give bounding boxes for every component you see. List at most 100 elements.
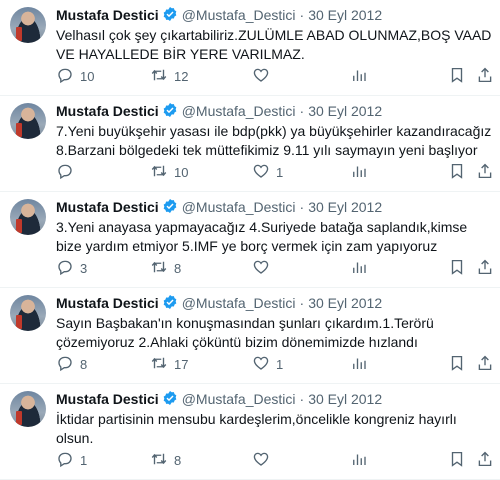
tweet-actions: 1 8 <box>56 450 492 472</box>
retweet-button[interactable]: 10 <box>150 162 188 182</box>
bookmark-icon <box>448 450 466 471</box>
verified-badge-icon <box>159 102 182 121</box>
tweet-text: Sayın Başbakan'ın konuşmasından şunları … <box>56 315 434 350</box>
author-handle[interactable]: @Mustafa_Destici <box>182 391 296 407</box>
tweet-date[interactable]: 30 Eyl 2012 <box>308 199 382 215</box>
author-name[interactable]: Mustafa Destici <box>56 295 159 311</box>
reply-button[interactable]: 8 <box>56 354 87 374</box>
tweet[interactable]: Mustafa Destici @Mustafa_Destici · 30 Ey… <box>0 0 500 96</box>
retweet-icon <box>150 354 168 375</box>
reply-icon <box>56 258 74 279</box>
reply-button[interactable]: 3 <box>56 258 87 278</box>
share-icon <box>476 258 494 279</box>
verified-badge-icon <box>159 390 182 409</box>
tweet-date[interactable]: 30 Eyl 2012 <box>308 7 382 23</box>
like-button[interactable] <box>252 258 276 278</box>
author-handle[interactable]: @Mustafa_Destici <box>182 7 296 23</box>
bookmark-button[interactable] <box>448 450 466 470</box>
share-button[interactable] <box>476 450 494 470</box>
like-count: 1 <box>276 164 284 180</box>
reply-count: 10 <box>80 68 95 84</box>
author-handle[interactable]: @Mustafa_Destici <box>182 103 296 119</box>
avatar[interactable] <box>10 7 46 43</box>
tweet-date[interactable]: 30 Eyl 2012 <box>308 295 382 311</box>
like-button[interactable]: 1 <box>252 354 283 374</box>
retweet-button[interactable]: 17 <box>150 354 188 374</box>
retweet-icon <box>150 258 168 279</box>
bookmark-icon <box>448 258 466 279</box>
share-button[interactable] <box>476 162 494 182</box>
retweet-button[interactable]: 8 <box>150 258 181 278</box>
reply-button[interactable]: 10 <box>56 66 94 86</box>
share-button[interactable] <box>476 66 494 86</box>
separator: · <box>299 199 305 215</box>
verified-badge-icon <box>159 6 182 25</box>
like-button[interactable] <box>252 66 276 86</box>
share-button[interactable] <box>476 258 494 278</box>
views-icon <box>350 450 368 471</box>
views-button[interactable] <box>350 450 368 470</box>
reply-count: 1 <box>80 452 88 468</box>
share-button[interactable] <box>476 354 494 374</box>
tweet-date[interactable]: 30 Eyl 2012 <box>308 391 382 407</box>
heart-icon <box>252 162 270 183</box>
like-button[interactable]: 1 <box>252 162 283 182</box>
avatar[interactable] <box>10 103 46 139</box>
reply-button[interactable]: 1 <box>56 450 87 470</box>
retweet-button[interactable]: 12 <box>150 66 188 86</box>
author-handle[interactable]: @Mustafa_Destici <box>182 295 296 311</box>
share-icon <box>476 450 494 471</box>
views-icon <box>350 66 368 87</box>
reply-count: 8 <box>80 356 88 372</box>
views-button[interactable] <box>350 354 368 374</box>
tweet[interactable]: Mustafa Destici @Mustafa_Destici · 30 Ey… <box>0 96 500 192</box>
views-icon <box>350 354 368 375</box>
views-icon <box>350 162 368 183</box>
verified-badge-icon <box>159 198 182 217</box>
author-name[interactable]: Mustafa Destici <box>56 103 159 119</box>
bookmark-button[interactable] <box>448 162 466 182</box>
reply-icon <box>56 66 74 87</box>
reply-icon <box>56 162 74 183</box>
tweet[interactable]: Mustafa Destici @Mustafa_Destici · 30 Ey… <box>0 192 500 288</box>
like-button[interactable] <box>252 450 276 470</box>
reply-icon <box>56 354 74 375</box>
views-button[interactable] <box>350 162 368 182</box>
views-button[interactable] <box>350 66 368 86</box>
tweet[interactable]: Mustafa Destici @Mustafa_Destici · 30 Ey… <box>0 384 500 480</box>
bookmark-icon <box>448 162 466 183</box>
tweet-date[interactable]: 30 Eyl 2012 <box>308 103 382 119</box>
share-icon <box>476 354 494 375</box>
retweet-count: 10 <box>174 164 189 180</box>
reply-button[interactable] <box>56 162 80 182</box>
retweet-button[interactable]: 8 <box>150 450 181 470</box>
avatar[interactable] <box>10 295 46 331</box>
retweet-count: 17 <box>174 356 189 372</box>
retweet-count: 8 <box>174 452 182 468</box>
author-name[interactable]: Mustafa Destici <box>56 7 159 23</box>
bookmark-button[interactable] <box>448 66 466 86</box>
tweet-header: Mustafa Destici @Mustafa_Destici · 30 Ey… <box>56 390 382 408</box>
bookmark-button[interactable] <box>448 354 466 374</box>
retweet-icon <box>150 162 168 183</box>
tweet-text: Velhasıl çok şey çıkartabiliriz.ZULÜMLE … <box>56 27 492 62</box>
bookmark-icon <box>448 354 466 375</box>
bookmark-icon <box>448 66 466 87</box>
tweet-header: Mustafa Destici @Mustafa_Destici · 30 Ey… <box>56 198 382 216</box>
avatar[interactable] <box>10 199 46 235</box>
heart-icon <box>252 66 270 87</box>
views-button[interactable] <box>350 258 368 278</box>
tweet-actions: 3 8 <box>56 258 492 280</box>
share-icon <box>476 66 494 87</box>
retweet-icon <box>150 450 168 471</box>
author-name[interactable]: Mustafa Destici <box>56 199 159 215</box>
bookmark-button[interactable] <box>448 258 466 278</box>
tweet[interactable]: Mustafa Destici @Mustafa_Destici · 30 Ey… <box>0 288 500 384</box>
heart-icon <box>252 258 270 279</box>
reply-count: 3 <box>80 260 88 276</box>
author-name[interactable]: Mustafa Destici <box>56 391 159 407</box>
like-count: 1 <box>276 356 284 372</box>
author-handle[interactable]: @Mustafa_Destici <box>182 199 296 215</box>
separator: · <box>299 103 305 119</box>
avatar[interactable] <box>10 391 46 427</box>
